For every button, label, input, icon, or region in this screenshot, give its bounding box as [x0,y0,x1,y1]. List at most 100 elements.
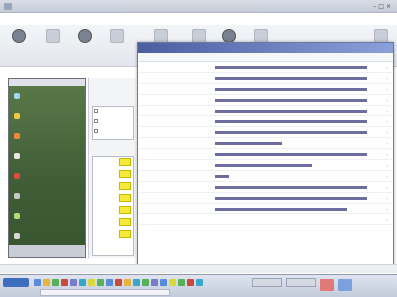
highlighted-cell[interactable] [119,170,131,178]
tool-icon [222,29,236,43]
property-row[interactable]: › [138,138,393,150]
quicklaunch-icon[interactable] [142,279,149,286]
field-row[interactable] [93,205,133,217]
property-indicator: › [386,108,388,114]
field-row[interactable] [93,157,133,169]
forward-button[interactable] [42,29,64,46]
tray-icon[interactable] [338,279,352,291]
property-row[interactable]: › [138,62,393,73]
property-bar-track [215,142,367,146]
tool-icon [110,29,124,43]
sidebar-item[interactable] [9,106,85,126]
sidebar-item[interactable] [9,166,85,186]
home-button[interactable] [74,29,96,46]
quicklaunch-icon[interactable] [106,279,113,286]
property-row[interactable]: › [138,160,393,171]
sidebar-item[interactable] [9,126,85,146]
taskbar-window-button[interactable] [286,278,316,287]
sidebar-item[interactable] [9,146,85,166]
close-icon[interactable]: × [386,3,393,10]
quicklaunch-icon[interactable] [124,279,131,286]
window-controls[interactable]: –□× [373,3,393,10]
sidebar-item[interactable] [9,186,85,206]
quicklaunch-icon[interactable] [151,279,158,286]
back-button[interactable] [8,29,30,46]
dialog-rows: › › › › › › › › › › › › › › › [138,62,393,226]
field-row[interactable] [93,193,133,205]
quicklaunch-icon[interactable] [115,279,122,286]
field-row[interactable] [93,169,133,181]
highlighted-cell[interactable] [119,158,131,166]
quicklaunch-icon[interactable] [43,279,50,286]
property-indicator: › [386,97,388,103]
field-row[interactable] [93,181,133,193]
property-row[interactable]: › [138,214,393,226]
quicklaunch-icon[interactable] [88,279,95,286]
highlighted-cell[interactable] [119,194,131,202]
sidebar-item[interactable] [9,86,85,106]
column-header-value[interactable] [373,53,393,61]
properties-dialog: › › › › › › › › › › › › › › › [137,42,394,270]
option-row[interactable] [93,127,133,137]
property-row[interactable]: › [138,193,393,204]
property-bar-fill [215,185,367,189]
quicklaunch-icon[interactable] [160,279,167,286]
property-row[interactable]: › [138,116,393,128]
quicklaunch-icon[interactable] [79,279,86,286]
property-bar-track [215,87,367,91]
column-header-bar[interactable] [215,53,373,61]
property-row[interactable]: › [138,149,393,161]
tool-icon [154,29,168,43]
status-bar [0,264,397,273]
property-bar-track [215,153,367,157]
start-button[interactable] [3,278,29,287]
property-row[interactable]: › [138,106,393,117]
highlighted-cell[interactable] [119,218,131,226]
sidebar-footer-link[interactable] [9,245,85,257]
property-bar-fill [215,98,367,102]
taskbar [0,274,397,297]
quicklaunch-icon[interactable] [34,279,41,286]
quicklaunch-icon[interactable] [178,279,185,286]
checkbox[interactable] [94,119,98,123]
column-header-name[interactable] [138,53,215,61]
quicklaunch-icon[interactable] [169,279,176,286]
option-row[interactable] [93,117,133,127]
field-row[interactable] [93,229,133,241]
highlighted-cell[interactable] [119,206,131,214]
sidebar-item[interactable] [9,226,85,246]
checkbox[interactable] [94,129,98,133]
property-row[interactable]: › [138,73,393,84]
quicklaunch-icon[interactable] [196,279,203,286]
property-row[interactable]: › [138,171,393,182]
sidebar-item[interactable] [9,206,85,226]
toolbar-button[interactable] [106,29,128,46]
property-row[interactable]: › [138,204,393,215]
taskbar-window-button[interactable] [252,278,282,287]
quicklaunch-icon[interactable] [133,279,140,286]
quicklaunch-icon[interactable] [97,279,104,286]
property-indicator: › [386,75,388,81]
checkbox-group [92,106,134,140]
address-bar[interactable] [0,68,130,76]
property-row[interactable]: › [138,127,393,139]
quicklaunch-icon[interactable] [70,279,77,286]
property-row[interactable]: › [138,84,393,95]
highlighted-cell[interactable] [119,182,131,190]
taskbar-address-field[interactable] [40,289,170,296]
property-bar-track [215,174,367,178]
tray-icon[interactable] [320,279,334,291]
highlighted-cell[interactable] [119,230,131,238]
property-row[interactable]: › [138,95,393,106]
option-row[interactable] [93,107,133,117]
field-row[interactable] [93,217,133,229]
property-bar-fill [215,66,367,69]
maximize-icon[interactable]: □ [378,3,386,10]
property-row[interactable]: › [138,182,393,193]
quicklaunch-icon[interactable] [52,279,59,286]
quicklaunch-icon[interactable] [61,279,68,286]
property-bar-track [215,66,367,69]
quicklaunch-icon[interactable] [187,279,194,286]
checkbox[interactable] [94,109,98,113]
property-indicator: › [386,141,388,147]
